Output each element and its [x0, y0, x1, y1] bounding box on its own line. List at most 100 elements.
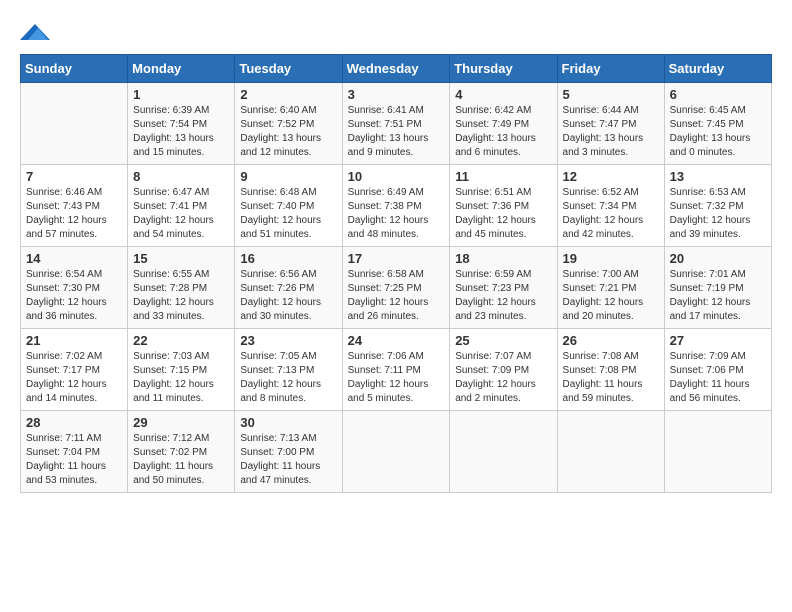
day-number: 5 [563, 87, 659, 102]
day-info: Sunrise: 6:41 AM Sunset: 7:51 PM Dayligh… [348, 104, 445, 160]
weekday-header-friday: Friday [557, 55, 664, 83]
day-number: 22 [133, 333, 229, 348]
day-number: 8 [133, 169, 229, 184]
day-info: Sunrise: 6:58 AM Sunset: 7:25 PM Dayligh… [348, 268, 445, 324]
calendar-cell: 18Sunrise: 6:59 AM Sunset: 7:23 PM Dayli… [450, 247, 557, 329]
day-info: Sunrise: 6:51 AM Sunset: 7:36 PM Dayligh… [455, 186, 551, 242]
day-info: Sunrise: 7:01 AM Sunset: 7:19 PM Dayligh… [670, 268, 766, 324]
day-number: 2 [240, 87, 336, 102]
day-number: 3 [348, 87, 445, 102]
calendar-cell: 23Sunrise: 7:05 AM Sunset: 7:13 PM Dayli… [235, 329, 342, 411]
day-number: 15 [133, 251, 229, 266]
day-number: 11 [455, 169, 551, 184]
calendar-cell: 14 Sunrise: 6:54 AM Sunset: 7:30 PM Dayli… [21, 247, 128, 329]
day-number: 27 [670, 333, 766, 348]
calendar-cell [450, 411, 557, 493]
day-number: 28 [26, 415, 122, 430]
day-info: Sunrise: 6:52 AM Sunset: 7:34 PM Dayligh… [563, 186, 659, 242]
calendar-cell: 21Sunrise: 7:02 AM Sunset: 7:17 PM Dayli… [21, 329, 128, 411]
day-info: Sunrise: 6:54 AM Sunset: 7:30 PM Dayligh… [26, 268, 122, 324]
day-info: Sunrise: 7:03 AM Sunset: 7:15 PM Dayligh… [133, 350, 229, 406]
day-info: Sunrise: 6:56 AM Sunset: 7:26 PM Dayligh… [240, 268, 336, 324]
calendar-cell: 11 Sunrise: 6:51 AM Sunset: 7:36 PM Dayli… [450, 165, 557, 247]
day-number: 18 [455, 251, 551, 266]
calendar-week-1: 1Sunrise: 6:39 AM Sunset: 7:54 PM Daylig… [21, 83, 772, 165]
day-number: 17 [348, 251, 445, 266]
day-info: Sunrise: 6:49 AM Sunset: 7:38 PM Dayligh… [348, 186, 445, 242]
calendar-cell: 28 Sunrise: 7:11 AM Sunset: 7:04 PM Dayli… [21, 411, 128, 493]
day-number: 6 [670, 87, 766, 102]
calendar-cell [557, 411, 664, 493]
calendar-cell: 16Sunrise: 6:56 AM Sunset: 7:26 PM Dayli… [235, 247, 342, 329]
weekday-header-tuesday: Tuesday [235, 55, 342, 83]
day-number: 30 [240, 415, 336, 430]
day-info: Sunrise: 6:46 AM Sunset: 7:43 PM Dayligh… [26, 186, 122, 242]
calendar-cell [664, 411, 771, 493]
day-number: 10 [348, 169, 445, 184]
calendar-cell: 29 Sunrise: 7:12 AM Sunset: 7:02 PM Dayli… [128, 411, 235, 493]
calendar-cell: 30 Sunrise: 7:13 AM Sunset: 7:00 PM Dayli… [235, 411, 342, 493]
calendar-header: SundayMondayTuesdayWednesdayThursdayFrid… [21, 55, 772, 83]
calendar-cell [342, 411, 450, 493]
day-number: 24 [348, 333, 445, 348]
day-number: 13 [670, 169, 766, 184]
calendar-cell: 25 Sunrise: 7:07 AM Sunset: 7:09 PM Dayli… [450, 329, 557, 411]
day-info: Sunrise: 7:12 AM Sunset: 7:02 PM Dayligh… [133, 432, 229, 488]
day-info: Sunrise: 6:53 AM Sunset: 7:32 PM Dayligh… [670, 186, 766, 242]
calendar-cell: 26Sunrise: 7:08 AM Sunset: 7:08 PM Dayli… [557, 329, 664, 411]
day-number: 12 [563, 169, 659, 184]
calendar-cell: 4 Sunrise: 6:42 AM Sunset: 7:49 PM Daylig… [450, 83, 557, 165]
day-info: Sunrise: 6:45 AM Sunset: 7:45 PM Dayligh… [670, 104, 766, 160]
day-info: Sunrise: 6:40 AM Sunset: 7:52 PM Dayligh… [240, 104, 336, 160]
calendar-cell: 19 Sunrise: 7:00 AM Sunset: 7:21 PM Dayli… [557, 247, 664, 329]
weekday-header-saturday: Saturday [664, 55, 771, 83]
calendar-cell: 15 Sunrise: 6:55 AM Sunset: 7:28 PM Dayli… [128, 247, 235, 329]
calendar-week-4: 21Sunrise: 7:02 AM Sunset: 7:17 PM Dayli… [21, 329, 772, 411]
day-info: Sunrise: 7:11 AM Sunset: 7:04 PM Dayligh… [26, 432, 122, 488]
day-info: Sunrise: 6:44 AM Sunset: 7:47 PM Dayligh… [563, 104, 659, 160]
calendar-cell: 2 Sunrise: 6:40 AM Sunset: 7:52 PM Daylig… [235, 83, 342, 165]
calendar-cell: 24 Sunrise: 7:06 AM Sunset: 7:11 PM Dayli… [342, 329, 450, 411]
day-number: 9 [240, 169, 336, 184]
calendar-cell: 6 Sunrise: 6:45 AM Sunset: 7:45 PM Daylig… [664, 83, 771, 165]
calendar-cell: 20 Sunrise: 7:01 AM Sunset: 7:19 PM Dayli… [664, 247, 771, 329]
calendar-week-5: 28 Sunrise: 7:11 AM Sunset: 7:04 PM Dayli… [21, 411, 772, 493]
day-info: Sunrise: 7:02 AM Sunset: 7:17 PM Dayligh… [26, 350, 122, 406]
calendar-cell: 27 Sunrise: 7:09 AM Sunset: 7:06 PM Dayli… [664, 329, 771, 411]
calendar-cell: 1Sunrise: 6:39 AM Sunset: 7:54 PM Daylig… [128, 83, 235, 165]
day-info: Sunrise: 7:06 AM Sunset: 7:11 PM Dayligh… [348, 350, 445, 406]
day-info: Sunrise: 6:55 AM Sunset: 7:28 PM Dayligh… [133, 268, 229, 324]
day-info: Sunrise: 7:07 AM Sunset: 7:09 PM Dayligh… [455, 350, 551, 406]
calendar-cell: 10 Sunrise: 6:49 AM Sunset: 7:38 PM Dayli… [342, 165, 450, 247]
calendar-cell [21, 83, 128, 165]
calendar-cell: 22 Sunrise: 7:03 AM Sunset: 7:15 PM Dayli… [128, 329, 235, 411]
weekday-header-monday: Monday [128, 55, 235, 83]
calendar-body: 1Sunrise: 6:39 AM Sunset: 7:54 PM Daylig… [21, 83, 772, 493]
weekday-header-row: SundayMondayTuesdayWednesdayThursdayFrid… [21, 55, 772, 83]
calendar-table: SundayMondayTuesdayWednesdayThursdayFrid… [20, 54, 772, 493]
calendar-cell: 5 Sunrise: 6:44 AM Sunset: 7:47 PM Daylig… [557, 83, 664, 165]
calendar-cell: 7 Sunrise: 6:46 AM Sunset: 7:43 PM Daylig… [21, 165, 128, 247]
day-info: Sunrise: 7:09 AM Sunset: 7:06 PM Dayligh… [670, 350, 766, 406]
calendar-cell: 9Sunrise: 6:48 AM Sunset: 7:40 PM Daylig… [235, 165, 342, 247]
day-number: 7 [26, 169, 122, 184]
header [20, 20, 772, 44]
day-number: 29 [133, 415, 229, 430]
calendar-cell: 17 Sunrise: 6:58 AM Sunset: 7:25 PM Dayli… [342, 247, 450, 329]
logo-icon [20, 20, 50, 44]
calendar-cell: 13 Sunrise: 6:53 AM Sunset: 7:32 PM Dayli… [664, 165, 771, 247]
day-number: 4 [455, 87, 551, 102]
calendar-week-2: 7 Sunrise: 6:46 AM Sunset: 7:43 PM Daylig… [21, 165, 772, 247]
day-info: Sunrise: 7:13 AM Sunset: 7:00 PM Dayligh… [240, 432, 336, 488]
weekday-header-wednesday: Wednesday [342, 55, 450, 83]
day-number: 14 [26, 251, 122, 266]
day-info: Sunrise: 6:42 AM Sunset: 7:49 PM Dayligh… [455, 104, 551, 160]
day-number: 25 [455, 333, 551, 348]
day-number: 20 [670, 251, 766, 266]
day-info: Sunrise: 7:00 AM Sunset: 7:21 PM Dayligh… [563, 268, 659, 324]
day-info: Sunrise: 6:47 AM Sunset: 7:41 PM Dayligh… [133, 186, 229, 242]
day-number: 19 [563, 251, 659, 266]
calendar-cell: 12 Sunrise: 6:52 AM Sunset: 7:34 PM Dayli… [557, 165, 664, 247]
weekday-header-sunday: Sunday [21, 55, 128, 83]
day-number: 23 [240, 333, 336, 348]
